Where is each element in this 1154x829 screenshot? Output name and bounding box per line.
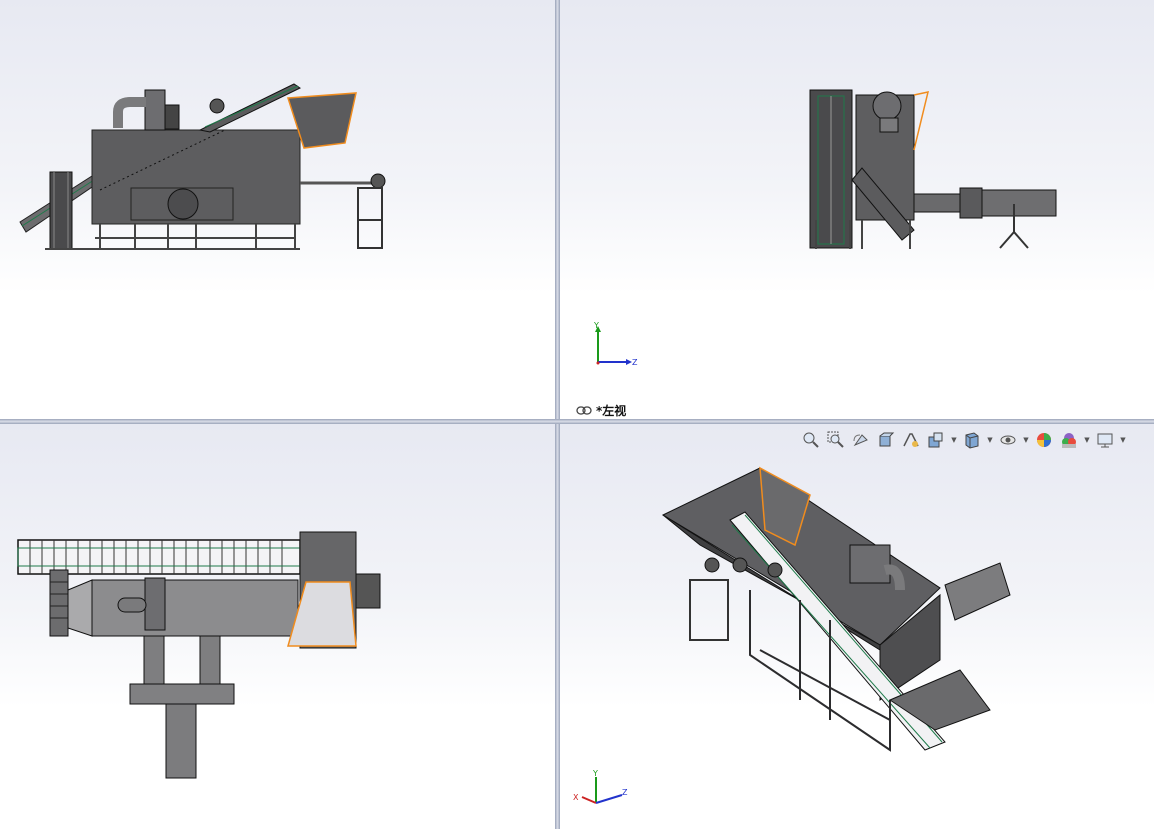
- link-icon: [576, 406, 592, 415]
- view-name-text: *左视: [596, 404, 627, 418]
- svg-text:X: X: [573, 793, 579, 802]
- horizontal-splitter[interactable]: [0, 419, 1154, 424]
- section-view-icon[interactable]: [875, 429, 897, 451]
- svg-text:Y: Y: [593, 321, 599, 330]
- apply-scene-icon[interactable]: [1058, 429, 1080, 451]
- svg-text:Z: Z: [622, 788, 628, 797]
- display-style-icon[interactable]: [961, 429, 983, 451]
- axis-triad-icon: Y X Z: [573, 769, 628, 804]
- view-orientation-icon[interactable]: [925, 429, 947, 451]
- dynamic-annotation-icon[interactable]: [900, 429, 922, 451]
- zoom-to-fit-icon[interactable]: [800, 429, 822, 451]
- view-settings-dropdown-icon[interactable]: ▼: [1119, 429, 1127, 451]
- viewport-top[interactable]: [0, 424, 555, 829]
- svg-text:Z: Z: [632, 358, 638, 367]
- axis-triad-icon: Y Z: [593, 321, 638, 367]
- front-view-model[interactable]: [0, 0, 555, 419]
- previous-view-icon[interactable]: [850, 429, 872, 451]
- display-style-dropdown-icon[interactable]: ▼: [986, 429, 994, 451]
- edit-appearance-icon[interactable]: [1033, 429, 1055, 451]
- zoom-to-area-icon[interactable]: [825, 429, 847, 451]
- view-orientation-dropdown-icon[interactable]: ▼: [950, 429, 958, 451]
- apply-scene-dropdown-icon[interactable]: ▼: [1083, 429, 1091, 451]
- svg-text:Y: Y: [592, 769, 598, 778]
- viewport-left[interactable]: Y Z *左视: [560, 0, 1154, 419]
- heads-up-view-toolbar: ▼ ▼ ▼ ▼ ▼: [800, 428, 1127, 452]
- left-view-model[interactable]: [560, 0, 1154, 419]
- hide-show-items-icon[interactable]: [997, 429, 1019, 451]
- viewport-isometric[interactable]: Y X Z: [560, 424, 1154, 829]
- view-settings-icon[interactable]: [1094, 429, 1116, 451]
- viewport-front[interactable]: [0, 0, 555, 419]
- view-name-label: *左视: [576, 402, 626, 419]
- top-view-model[interactable]: [0, 424, 555, 829]
- hide-show-dropdown-icon[interactable]: ▼: [1022, 429, 1030, 451]
- vertical-splitter[interactable]: [555, 0, 560, 829]
- isometric-view-model[interactable]: [560, 424, 1154, 829]
